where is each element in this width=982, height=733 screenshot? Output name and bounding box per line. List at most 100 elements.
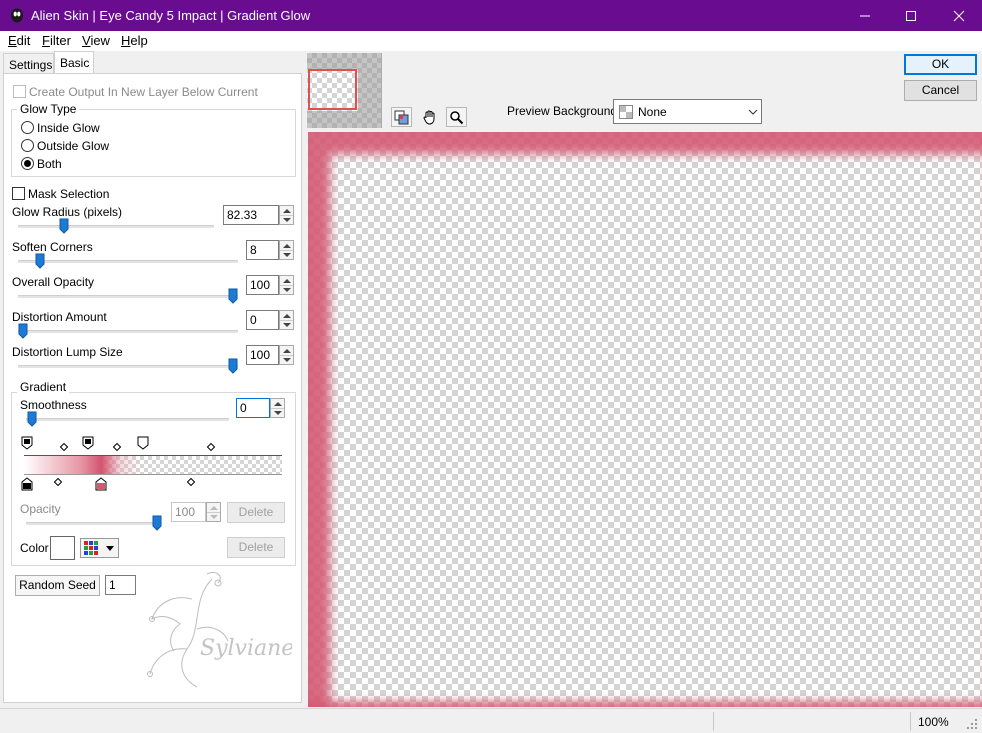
title-bar: Alien Skin | Eye Candy 5 Impact | Gradie… xyxy=(0,0,982,31)
radio-both[interactable] xyxy=(21,157,34,170)
ok-button[interactable]: OK xyxy=(904,54,977,75)
gradient-opacity-label: Opacity xyxy=(20,502,61,516)
smoothness-input[interactable]: 0 xyxy=(236,398,270,418)
distortion-lump-size-input[interactable]: 100 xyxy=(246,345,279,365)
smoothness-slider-thumb[interactable] xyxy=(27,411,37,427)
preview-canvas[interactable] xyxy=(308,132,982,707)
pan-tool-button[interactable] xyxy=(419,107,440,127)
delete-color-stop-button[interactable]: Delete xyxy=(227,537,285,558)
opacity-stop-marker[interactable] xyxy=(20,436,34,450)
distortion-lump-size-track[interactable] xyxy=(18,365,238,368)
soften-corners-slider-thumb[interactable] xyxy=(35,253,45,269)
color-midpoint-marker[interactable] xyxy=(187,478,195,486)
sylviane-watermark: Sylviane xyxy=(147,571,292,688)
maximize-button[interactable] xyxy=(888,0,934,31)
minimize-button[interactable] xyxy=(842,0,888,31)
maximize-icon xyxy=(906,10,916,21)
close-icon xyxy=(953,10,965,21)
distortion-amount-slider-thumb[interactable] xyxy=(18,323,28,339)
overall-opacity-input[interactable]: 100 xyxy=(246,275,279,295)
menu-help[interactable]: Help xyxy=(121,33,148,48)
overall-opacity-label: Overall Opacity xyxy=(12,275,95,289)
window-title: Alien Skin | Eye Candy 5 Impact | Gradie… xyxy=(31,8,311,23)
close-button[interactable] xyxy=(936,0,982,31)
preview-navigator[interactable] xyxy=(307,53,382,128)
color-swatch[interactable] xyxy=(50,536,75,560)
menu-filter[interactable]: Filter xyxy=(42,33,71,48)
gradient-title: Gradient xyxy=(17,380,70,394)
gradient-opacity-track[interactable] xyxy=(26,522,159,525)
minimize-icon xyxy=(860,15,870,16)
color-stop-marker-selected[interactable] xyxy=(94,477,108,491)
smoothness-label: Smoothness xyxy=(20,398,87,412)
alien-skin-app-icon xyxy=(11,8,23,23)
radio-inside-glow[interactable] xyxy=(21,121,34,134)
glow-effect-top-left xyxy=(308,132,982,707)
cancel-button[interactable]: Cancel xyxy=(904,80,977,101)
color-midpoint-marker[interactable] xyxy=(54,478,62,486)
chevron-down-icon xyxy=(106,546,114,551)
overall-opacity-slider-thumb[interactable] xyxy=(228,288,238,304)
color-stop-marker[interactable] xyxy=(20,477,34,491)
delete-opacity-stop-button[interactable]: Delete xyxy=(227,502,285,523)
soften-corners-spinner[interactable] xyxy=(279,240,294,260)
distortion-amount-track[interactable] xyxy=(18,330,238,333)
soften-corners-input[interactable]: 8 xyxy=(246,240,279,260)
random-seed-button[interactable]: Random Seed xyxy=(15,575,100,596)
tab-settings[interactable]: Settings xyxy=(3,53,54,74)
gradient-editor-bar[interactable] xyxy=(24,455,282,475)
preview-background-value: None xyxy=(638,105,667,119)
both-label: Both xyxy=(37,157,62,171)
status-bar: 100% xyxy=(0,708,982,733)
opacity-midpoint-marker[interactable] xyxy=(60,443,68,451)
compare-icon xyxy=(394,110,409,124)
glow-effect-bottom xyxy=(308,132,982,707)
mask-selection-label: Mask Selection xyxy=(28,187,110,201)
gradient-opacity-slider-thumb[interactable] xyxy=(152,515,162,531)
magnifier-icon xyxy=(450,110,464,124)
opacity-midpoint-marker[interactable] xyxy=(113,443,121,451)
opacity-midpoint-marker[interactable] xyxy=(207,443,215,451)
transparency-swatch-icon xyxy=(619,105,633,119)
soften-corners-label: Soften Corners xyxy=(12,240,93,254)
inside-glow-label: Inside Glow xyxy=(37,121,100,135)
tab-basic[interactable]: Basic xyxy=(54,51,94,73)
color-palette-button[interactable] xyxy=(80,538,119,558)
create-output-label: Create Output In New Layer Below Current xyxy=(29,85,258,99)
menu-view[interactable]: View xyxy=(82,33,110,48)
opacity-stop-marker[interactable] xyxy=(136,436,150,450)
outside-glow-label: Outside Glow xyxy=(37,139,110,153)
zoom-tool-button[interactable] xyxy=(446,107,467,127)
soften-corners-track[interactable] xyxy=(18,260,238,263)
navigator-viewport-frame[interactable] xyxy=(308,69,357,110)
zoom-level: 100% xyxy=(918,715,949,729)
radio-outside-glow[interactable] xyxy=(21,139,34,152)
distortion-amount-spinner[interactable] xyxy=(279,310,294,330)
menu-edit[interactable]: Edit xyxy=(8,33,30,48)
preview-background-label: Preview Background: xyxy=(507,104,621,118)
gradient-opacity-spinner[interactable] xyxy=(206,502,221,522)
mask-selection-checkbox[interactable] xyxy=(12,187,25,200)
glow-type-title: Glow Type xyxy=(17,102,80,116)
resize-grip-icon[interactable] xyxy=(966,718,978,730)
opacity-stop-marker[interactable] xyxy=(81,436,95,450)
smoothness-track[interactable] xyxy=(26,418,229,421)
distortion-amount-input[interactable]: 0 xyxy=(246,310,279,330)
distortion-lump-size-slider-thumb[interactable] xyxy=(228,358,238,374)
preview-background-select[interactable]: None xyxy=(613,99,762,124)
glow-radius-input[interactable]: 82.33 xyxy=(223,205,279,225)
create-output-checkbox[interactable] xyxy=(13,85,26,98)
chevron-down-icon xyxy=(748,109,758,115)
preview-compare-button[interactable] xyxy=(391,107,412,127)
glow-radius-spinner[interactable] xyxy=(279,205,294,225)
gradient-opacity-input[interactable]: 100 xyxy=(171,502,206,522)
hand-icon xyxy=(422,110,434,125)
distortion-lump-size-label: Distortion Lump Size xyxy=(12,345,123,359)
distortion-lump-size-spinner[interactable] xyxy=(279,345,294,365)
overall-opacity-spinner[interactable] xyxy=(279,275,294,295)
menu-bar: Edit Filter View Help xyxy=(0,31,982,51)
overall-opacity-track[interactable] xyxy=(18,295,238,298)
glow-radius-slider-thumb[interactable] xyxy=(59,218,69,234)
smoothness-spinner[interactable] xyxy=(270,398,285,418)
glow-radius-track[interactable] xyxy=(18,225,214,228)
